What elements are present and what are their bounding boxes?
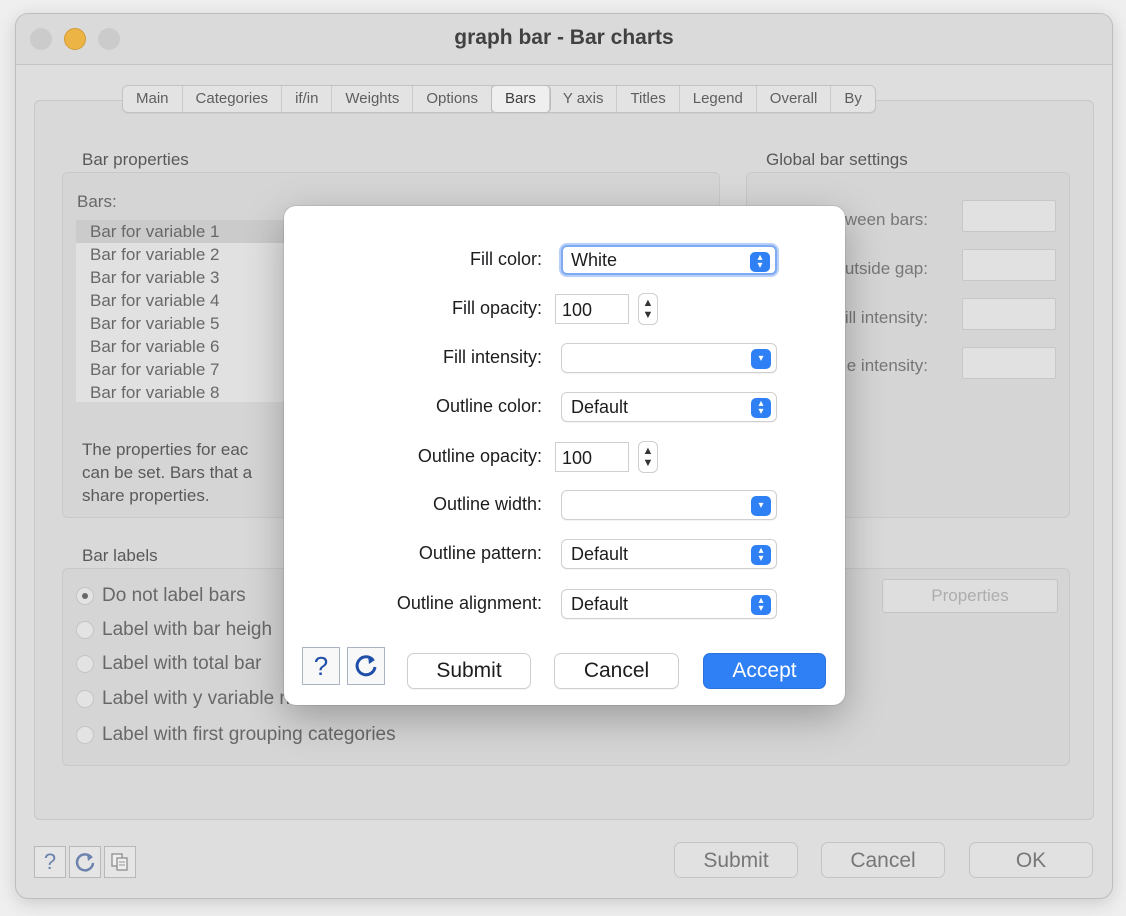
fill-opacity-row: Fill opacity: 100 ▲ ▼	[284, 293, 845, 325]
bar-properties-description: The properties for eac can be set. Bars …	[82, 440, 253, 505]
outline-color-label: Outline color:	[435, 396, 542, 416]
window-submit-button[interactable]: Submit	[674, 842, 798, 878]
bar-labels-heading: Bar labels	[82, 546, 158, 565]
tab-weights[interactable]: Weights	[332, 86, 414, 112]
radio-label: Do not label bars	[102, 585, 246, 606]
radio-label-total-bar[interactable]: Label with total bar	[76, 653, 262, 675]
fill-intensity-label: Fill intensity:	[442, 347, 542, 367]
tab-categories[interactable]: Categories	[183, 86, 283, 112]
fill-opacity-stepper[interactable]: ▲ ▼	[638, 293, 658, 325]
outline-pattern-value: Default	[571, 544, 629, 564]
window-ok-button[interactable]: OK	[969, 842, 1093, 878]
bars-label: Bars:	[77, 192, 117, 211]
fill-color-select[interactable]: White ▴ ▾	[561, 245, 777, 275]
outline-alignment-label: Outline alignment:	[396, 593, 542, 613]
outline-width-select[interactable]: ▾	[561, 490, 777, 520]
fill-color-value: White	[571, 250, 618, 270]
window-title: graph bar - Bar charts	[454, 26, 674, 49]
tab-by[interactable]: By	[831, 86, 875, 112]
tab-overall[interactable]: Overall	[757, 86, 832, 112]
outline-color-row: Outline color: Default ▴ ▾	[284, 392, 845, 422]
radio-button[interactable]	[76, 621, 94, 639]
radio-label: Label with first grouping categories	[102, 724, 396, 745]
radio-button[interactable]	[76, 690, 94, 708]
outline-alignment-value: Default	[571, 594, 629, 614]
line-intensity-global-label: e intensity:	[846, 356, 928, 375]
tab-titles[interactable]: Titles	[617, 86, 680, 112]
dialog-submit-button[interactable]: Submit	[407, 653, 531, 689]
chevron-down-icon: ▾	[751, 349, 771, 369]
fill-color-label: Fill color:	[469, 249, 542, 269]
outside-gap-input[interactable]	[962, 249, 1056, 281]
outline-alignment-select[interactable]: Default ▴ ▾	[561, 589, 777, 619]
radio-label: Label with total bar	[102, 653, 262, 674]
chevron-up-down-icon: ▴ ▾	[751, 398, 771, 418]
fill-opacity-input[interactable]: 100	[555, 294, 629, 324]
tab-options[interactable]: Options	[413, 86, 493, 112]
dialog-cancel-button[interactable]: Cancel	[554, 653, 679, 689]
outline-opacity-input[interactable]: 100	[555, 442, 629, 472]
chevron-up-down-icon: ▴ ▾	[750, 252, 770, 272]
fill-opacity-label: Fill opacity:	[451, 298, 542, 318]
outline-width-row: Outline width: ▾	[284, 490, 845, 520]
chevron-up-down-icon: ▴ ▾	[751, 545, 771, 565]
radio-button[interactable]	[76, 726, 94, 744]
help-glyph: ?	[313, 650, 329, 681]
dialog-reset-icon[interactable]	[347, 647, 385, 685]
outline-pattern-label: Outline pattern:	[418, 543, 542, 563]
radio-do-not-label[interactable]: Do not label bars	[76, 585, 246, 607]
gap-between-bars-label: tween bars:	[840, 210, 928, 229]
properties-button[interactable]: Properties	[882, 579, 1058, 613]
radio-label-bar-height[interactable]: Label with bar heigh	[76, 619, 272, 641]
outline-opacity-row: Outline opacity: 100 ▲ ▼	[284, 441, 845, 473]
fill-intensity-row: Fill intensity: ▾	[284, 343, 845, 373]
dialog-help-icon[interactable]: ?	[302, 647, 340, 685]
title-bar: graph bar - Bar charts	[16, 14, 1112, 65]
outline-color-value: Default	[571, 397, 629, 417]
copy-icon[interactable]	[104, 846, 136, 878]
tab-if-in[interactable]: if/in	[282, 86, 333, 112]
outline-opacity-stepper[interactable]: ▲ ▼	[638, 441, 658, 473]
outline-color-select[interactable]: Default ▴ ▾	[561, 392, 777, 422]
chevron-down-icon: ▾	[751, 496, 771, 516]
reset-icon[interactable]	[69, 846, 101, 878]
outline-opacity-label: Outline opacity:	[417, 446, 542, 466]
help-icon[interactable]: ?	[34, 846, 66, 878]
tab-legend[interactable]: Legend	[680, 86, 757, 112]
radio-label-first-grouping[interactable]: Label with first grouping categories	[76, 724, 396, 746]
radio-button[interactable]	[76, 655, 94, 673]
dialog-accept-button[interactable]: Accept	[703, 653, 826, 689]
bar-properties-heading: Bar properties	[82, 150, 189, 169]
fill-intensity-select[interactable]: ▾	[561, 343, 777, 373]
fill-intensity-global-input[interactable]	[962, 298, 1056, 330]
line-intensity-global-input[interactable]	[962, 347, 1056, 379]
outline-opacity-value: 100	[562, 448, 593, 468]
chevron-up-down-icon: ▴ ▾	[751, 595, 771, 615]
fill-opacity-value: 100	[562, 300, 593, 320]
gap-between-bars-input[interactable]	[962, 200, 1056, 232]
outside-gap-label: utside gap:	[844, 259, 928, 278]
fill-intensity-global-label: ill intensity:	[844, 308, 928, 327]
fill-color-row: Fill color: White ▴ ▾	[284, 245, 845, 275]
tab-bar: Main Categories if/in Weights Options Ba…	[122, 85, 876, 113]
global-bar-settings-heading: Global bar settings	[766, 150, 908, 169]
outline-alignment-row: Outline alignment: Default ▴ ▾	[284, 589, 845, 619]
tab-bars[interactable]: Bars	[492, 86, 550, 112]
outline-pattern-select[interactable]: Default ▴ ▾	[561, 539, 777, 569]
radio-button[interactable]	[76, 587, 94, 605]
tab-main[interactable]: Main	[123, 86, 183, 112]
radio-label: Label with bar heigh	[102, 619, 273, 640]
window-cancel-button[interactable]: Cancel	[821, 842, 945, 878]
bar-properties-dialog: Fill color: White ▴ ▾ Fill opacity: 100 ▲…	[284, 206, 845, 705]
outline-pattern-row: Outline pattern: Default ▴ ▾	[284, 539, 845, 569]
outline-width-label: Outline width:	[432, 494, 542, 514]
tab-y-axis[interactable]: Y axis	[550, 86, 618, 112]
